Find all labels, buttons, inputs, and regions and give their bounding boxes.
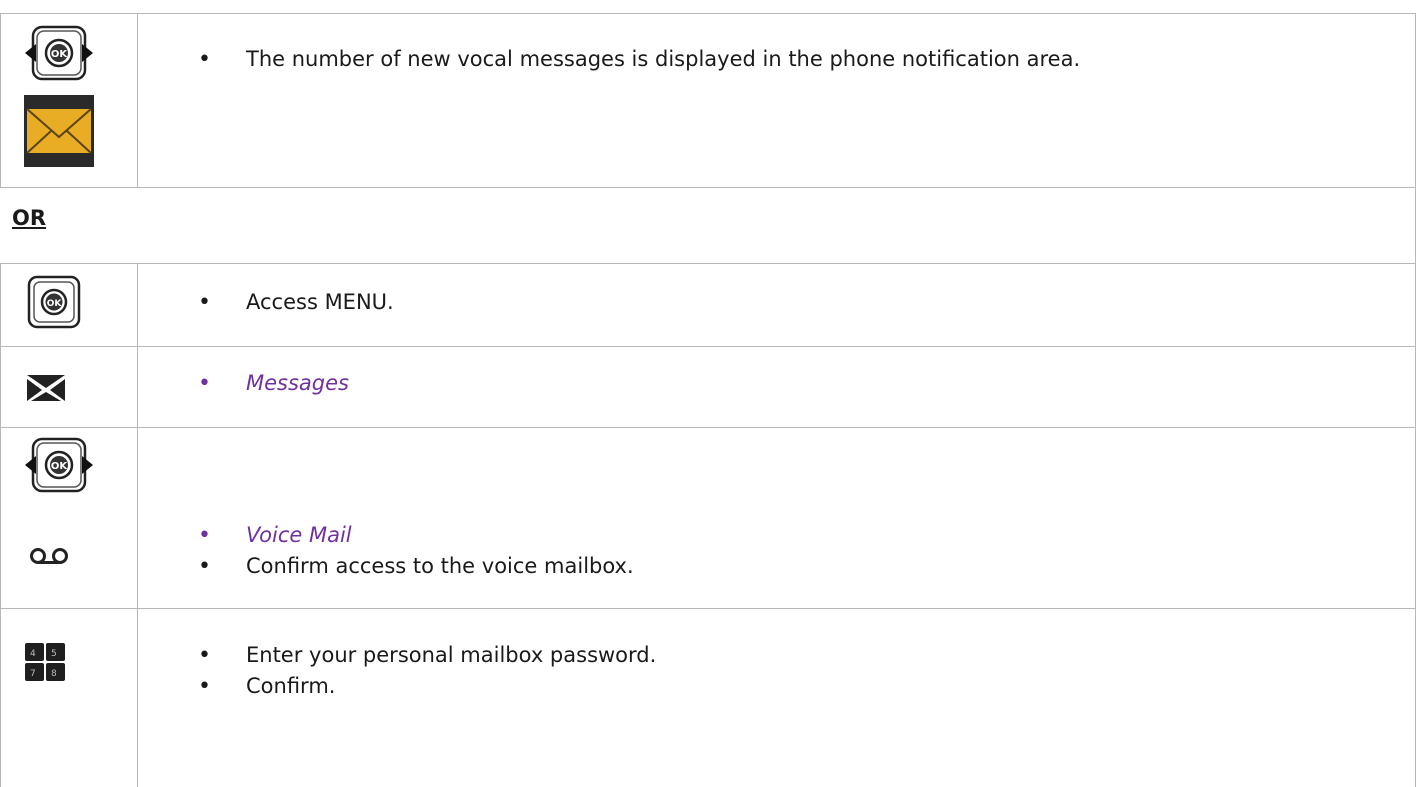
table-row: OK Voice Mail Confirm access to the voic… bbox=[0, 427, 1416, 608]
table-row: OK Access MENU. bbox=[0, 263, 1416, 346]
envelope-icon bbox=[27, 375, 65, 401]
keypad-key-label: 7 bbox=[30, 669, 36, 679]
or-label: OR bbox=[12, 206, 47, 230]
table-row: Messages bbox=[0, 346, 1416, 427]
icon-cell: OK bbox=[0, 427, 137, 608]
step-list: Voice Mail Confirm access to the voice m… bbox=[138, 520, 634, 582]
description-cell: Access MENU. bbox=[138, 263, 1416, 346]
ok-navigator-icon: OK bbox=[25, 437, 93, 493]
keypad-key-label: 4 bbox=[30, 649, 36, 659]
step-list: The number of new vocal messages is disp… bbox=[138, 44, 1080, 75]
keypad-icon: 4 5 7 8 bbox=[25, 643, 65, 681]
step-list: Access MENU. bbox=[138, 287, 394, 318]
menu-item-text: Messages bbox=[138, 368, 349, 399]
step-text: Confirm. bbox=[138, 671, 656, 702]
step-text: The number of new vocal messages is disp… bbox=[138, 44, 1080, 75]
icon-cell bbox=[0, 346, 137, 427]
step-text: Enter your personal mailbox password. bbox=[138, 640, 656, 671]
description-cell: Voice Mail Confirm access to the voice m… bbox=[138, 427, 1416, 608]
icon-cell: OK bbox=[0, 263, 137, 346]
procedure-table: OK The number of new vocal messages is d… bbox=[0, 0, 1422, 787]
step-list: Enter your personal mailbox password. Co… bbox=[138, 640, 656, 702]
keypad-key-label: 8 bbox=[51, 669, 57, 679]
or-row: OR bbox=[0, 187, 1416, 263]
voicemail-icon bbox=[30, 548, 68, 564]
icon-cell: 4 5 7 8 bbox=[0, 608, 137, 787]
keypad-key-label: 5 bbox=[51, 649, 57, 659]
svg-text:OK: OK bbox=[47, 299, 63, 309]
svg-text:OK: OK bbox=[51, 461, 69, 472]
description-cell: Enter your personal mailbox password. Co… bbox=[138, 608, 1416, 787]
step-text: Access MENU. bbox=[138, 287, 394, 318]
table-row: OK The number of new vocal messages is d… bbox=[0, 13, 1416, 187]
step-list: Messages bbox=[138, 368, 349, 399]
ok-key-icon: OK bbox=[27, 275, 81, 329]
step-text: Confirm access to the voice mailbox. bbox=[138, 551, 634, 582]
svg-text:OK: OK bbox=[51, 49, 69, 60]
menu-item-text: Voice Mail bbox=[138, 520, 634, 551]
envelope-notification-icon bbox=[24, 95, 94, 167]
description-cell: Messages bbox=[138, 346, 1416, 427]
description-cell: The number of new vocal messages is disp… bbox=[138, 13, 1416, 187]
table-row: 4 5 7 8 Enter your personal mailbox pass… bbox=[0, 608, 1416, 787]
ok-navigator-icon: OK bbox=[25, 25, 93, 81]
icon-cell: OK bbox=[0, 13, 137, 187]
